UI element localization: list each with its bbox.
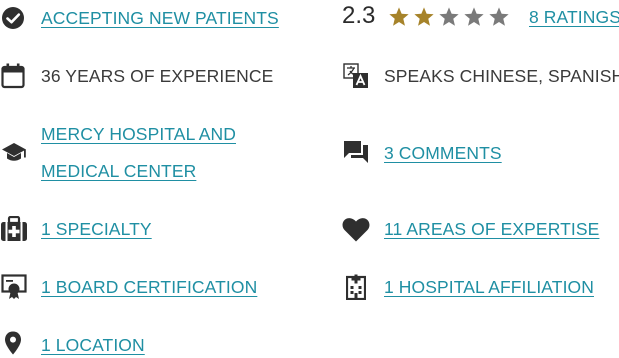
calendar-icon (1, 63, 25, 89)
star-filled-icon (389, 7, 409, 26)
map-pin-icon (4, 331, 22, 355)
areas-of-expertise-link[interactable]: 11 AREAS OF EXPERTISE (384, 220, 599, 239)
languages-text: SPEAKS CHINESE, SPANISH (384, 66, 619, 86)
star-rating (388, 6, 510, 27)
star-filled-icon (414, 7, 434, 26)
hospital-link-line-2[interactable]: MEDICAL CENTER (41, 162, 196, 181)
certificate-icon (1, 274, 27, 300)
ratings-link[interactable]: 8 RATINGS (529, 8, 619, 27)
specialty-link[interactable]: 1 SPECIALTY (41, 220, 152, 239)
hospital-affiliation-link[interactable]: 1 HOSPITAL AFFILIATION (384, 278, 594, 297)
experience-text: 36 YEARS OF EXPERIENCE (41, 66, 274, 86)
comments-link[interactable]: 3 COMMENTS (384, 144, 502, 163)
star-empty-icon (464, 7, 484, 26)
chat-bubbles-icon (343, 140, 369, 164)
board-certification-link[interactable]: 1 BOARD CERTIFICATION (41, 278, 257, 297)
check-circle-icon (1, 6, 25, 30)
graduation-cap-icon (1, 142, 27, 164)
hospital-link-line-1[interactable]: MERCY HOSPITAL AND (41, 125, 236, 144)
medical-bag-icon (0, 216, 28, 242)
accepting-new-patients-link[interactable]: ACCEPTING NEW PATIENTS (41, 9, 279, 28)
translate-icon (343, 63, 369, 89)
rating-value: 2.3 (342, 2, 376, 29)
star-empty-icon (489, 7, 509, 26)
star-empty-icon (439, 7, 459, 26)
location-link[interactable]: 1 LOCATION (41, 336, 145, 355)
heart-icon (342, 217, 370, 242)
hospital-building-icon (346, 274, 366, 300)
